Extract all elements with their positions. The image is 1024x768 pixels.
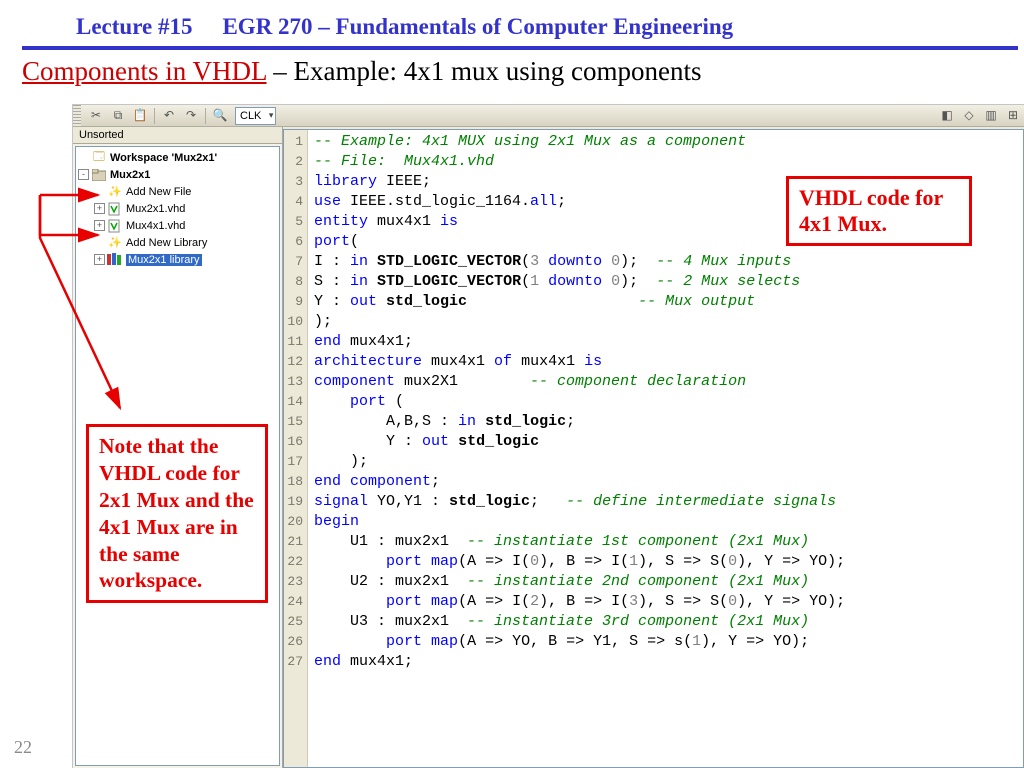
vhdl-file-icon (107, 202, 123, 216)
subtitle-rest: – Example: 4x1 mux using components (267, 56, 702, 86)
tree-label: Add New Library (126, 237, 207, 249)
line-number-gutter: 1 2 3 4 5 6 7 8 9 10 11 12 13 14 15 16 1… (284, 130, 308, 767)
sidebar-tab-label: Unsorted (79, 129, 124, 141)
course-title: EGR 270 – Fundamentals of Computer Engin… (222, 14, 733, 39)
slide-subtitle: Components in VHDL – Example: 4x1 mux us… (22, 56, 701, 87)
workspace-icon: 🗔 (91, 151, 107, 165)
tree-row[interactable]: + Mux2x1.vhd (78, 200, 279, 217)
tree-expander[interactable]: + (94, 203, 105, 214)
tree-row[interactable]: 🗔Workspace 'Mux2x1' (78, 149, 279, 166)
tree-row[interactable]: - Mux2x1 (78, 166, 279, 183)
redo-icon[interactable]: ↷ (182, 107, 200, 125)
tree-row[interactable]: ✨Add New Library (78, 234, 279, 251)
ide-toolbar: ✂ ⧉ 📋 ↶ ↷ 🔍 CLK ◧ ◇ ▥ ⊞ (73, 105, 1024, 127)
tree-label: Mux2x1.vhd (126, 203, 185, 215)
sidebar-tab[interactable]: Unsorted (73, 127, 282, 144)
wand-icon: ✨ (107, 185, 123, 199)
undo-icon[interactable]: ↶ (160, 107, 178, 125)
tree-label: Mux2x1 library (126, 254, 202, 266)
tree-expander[interactable]: + (94, 254, 105, 265)
paste-icon[interactable]: 📋 (131, 107, 149, 125)
tree-label: Workspace 'Mux2x1' (110, 152, 217, 164)
page-number: 22 (14, 737, 32, 758)
project-icon (91, 168, 107, 182)
tree-label: Mux2x1 (110, 169, 150, 181)
signal-combo[interactable]: CLK (235, 107, 276, 125)
toolbar-separator (154, 108, 155, 124)
slide-header: Lecture #15 EGR 270 – Fundamentals of Com… (76, 14, 733, 40)
tree-row[interactable]: ✨Add New File (78, 183, 279, 200)
copy-icon[interactable]: ⧉ (109, 107, 127, 125)
header-rule (22, 46, 1018, 50)
callout-text: Note that the VHDL code for 2x1 Mux and … (99, 434, 254, 592)
callout-text: VHDL code for 4x1 Mux. (799, 185, 943, 236)
tree-expander[interactable]: - (78, 169, 89, 180)
toolbar-separator (205, 108, 206, 124)
callout-vhdl-code: VHDL code for 4x1 Mux. (786, 176, 972, 246)
tree-label: Mux4x1.vhd (126, 220, 185, 232)
tool-icon-c[interactable]: ▥ (982, 107, 1000, 125)
find-icon[interactable]: 🔍 (211, 107, 229, 125)
callout-workspace-note: Note that the VHDL code for 2x1 Mux and … (86, 424, 268, 603)
library-icon (107, 253, 123, 267)
lecture-number: Lecture #15 (76, 14, 192, 39)
toolbar-grip (73, 105, 81, 126)
signal-combo-value: CLK (240, 110, 261, 122)
tree-label: Add New File (126, 186, 191, 198)
cut-icon[interactable]: ✂ (87, 107, 105, 125)
tree-row[interactable]: + Mux2x1 library (78, 251, 279, 268)
wand-icon: ✨ (107, 236, 123, 250)
subtitle-topic: Components in VHDL (22, 56, 267, 86)
vhdl-file-icon (107, 219, 123, 233)
tree-row[interactable]: + Mux4x1.vhd (78, 217, 279, 234)
tool-icon-d[interactable]: ⊞ (1004, 107, 1022, 125)
tree-expander[interactable]: + (94, 220, 105, 231)
tool-icon-a[interactable]: ◧ (938, 107, 956, 125)
tool-icon-b[interactable]: ◇ (960, 107, 978, 125)
